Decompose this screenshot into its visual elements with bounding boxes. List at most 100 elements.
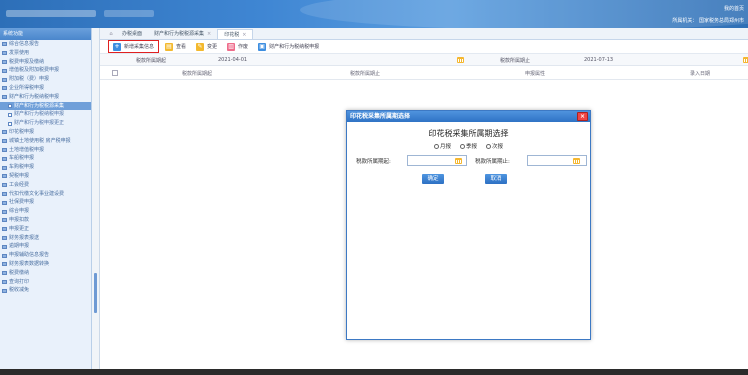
sidebar-item[interactable]: 土地增值税申报: [0, 146, 91, 155]
declare-icon: ▣: [258, 42, 267, 51]
folder-icon: [2, 183, 7, 188]
sidebar-item-label: 税费申报及缴纳: [9, 58, 45, 65]
sidebar-item[interactable]: 财务报表数据转换: [0, 260, 91, 269]
close-icon[interactable]: ×: [207, 29, 211, 39]
folder-icon: [2, 95, 7, 100]
sidebar-item-label: 财务报表数据转换: [9, 260, 50, 267]
tab-home-icon[interactable]: ⌂: [106, 29, 116, 39]
sidebar-item-label: 土地增值税申报: [9, 146, 45, 153]
calendar-icon[interactable]: [743, 57, 748, 63]
sidebar-item-label: 代扣代缴文化事业建设费: [9, 190, 65, 197]
sidebar-item[interactable]: 申报更正: [0, 225, 91, 234]
sidebar-item[interactable]: 查询打印: [0, 278, 91, 287]
sidebar-item[interactable]: 申报辅助信息报告: [0, 251, 91, 260]
calendar-icon[interactable]: [455, 158, 462, 164]
tab-desktop[interactable]: 办税桌面: [116, 29, 148, 39]
sidebar-item[interactable]: 税费缴纳: [0, 269, 91, 278]
radio-icon[interactable]: [486, 143, 491, 149]
sidebar-splitter[interactable]: [92, 28, 100, 375]
taskbar: [0, 369, 748, 375]
filter-start-label: 税款所属期起: [136, 58, 167, 64]
cancel-button[interactable]: 取消: [485, 174, 507, 184]
folder-icon: [2, 235, 7, 240]
sidebar-item[interactable]: 财产和行为税税源采集: [0, 101, 91, 111]
confirm-button[interactable]: 确定: [422, 174, 444, 184]
site-logo-sub: [104, 10, 154, 17]
folder-icon: [2, 147, 7, 152]
declare-button[interactable]: ▣ 财产和行为税纳税申报: [254, 41, 323, 52]
sidebar-item[interactable]: 契税申报: [0, 172, 91, 181]
toolbar: + 新增采集信息 ▤ 查看 ✎ 变更 ▥ 作废 ▣ 财产和行为税纳税申报: [100, 40, 748, 54]
my-home-link[interactable]: 我的首页: [724, 5, 744, 12]
dialog-title: 印花税采集所属期选择: [428, 129, 509, 138]
sidebar-item[interactable]: 综合信息报告: [0, 40, 91, 49]
sidebar-item[interactable]: 车购税申报: [0, 163, 91, 172]
void-button[interactable]: ▥ 作废: [223, 41, 252, 52]
folder-icon: [2, 288, 7, 293]
sidebar-item[interactable]: 综合申报: [0, 207, 91, 216]
close-icon[interactable]: ×: [242, 30, 246, 40]
radio-icon[interactable]: [459, 143, 465, 149]
splitter-grip[interactable]: [94, 273, 97, 313]
sidebar-item[interactable]: 税费申报及缴纳: [0, 58, 91, 67]
sidebar-item[interactable]: 逾期申报: [0, 242, 91, 251]
dialog-header-title: 印花税采集所属期选择: [350, 113, 411, 120]
agency-value: 国家税务总局郑州市: [698, 18, 744, 24]
sidebar-item-label: 工会经费: [9, 181, 30, 188]
folder-icon: [2, 209, 7, 214]
radio-monthly[interactable]: 月报: [433, 142, 451, 150]
sidebar-item[interactable]: 社保费申报: [0, 198, 91, 207]
radio-per-transaction[interactable]: 次报: [486, 142, 503, 150]
filter-end-value[interactable]: 2021-07-13: [584, 57, 613, 63]
document-icon: [8, 112, 12, 117]
view-icon: ▤: [165, 42, 174, 51]
sidebar-item[interactable]: 车船税申报: [0, 154, 91, 163]
sidebar-item[interactable]: 财产和行为税纳税申报: [0, 93, 91, 102]
sidebar-item-label: 印花税申报: [9, 128, 35, 135]
sidebar-item-label: 社保费申报: [9, 199, 35, 206]
sidebar-item[interactable]: 税收减免: [0, 286, 91, 295]
sidebar-item[interactable]: 增值税及附加税费申报: [0, 66, 91, 75]
sidebar-item[interactable]: 城镇土地使用税 房产税申报: [0, 137, 91, 146]
sidebar-item[interactable]: 财产和行为税纳税申报: [0, 110, 91, 119]
sidebar-item[interactable]: 申报扣款: [0, 216, 91, 225]
sidebar-item[interactable]: 附加税（费）申报: [0, 75, 91, 84]
sidebar-item-label: 财产和行为税纳税申报: [14, 111, 65, 118]
sidebar-item[interactable]: 财产和行为税申报更正: [0, 119, 91, 128]
sidebar-item[interactable]: 企业所得税申报: [0, 84, 91, 93]
tab-property-collection[interactable]: 财产和行为税税源采集 ×: [148, 29, 217, 39]
dialog-buttons: 确定 取消: [347, 174, 590, 186]
calendar-icon[interactable]: [573, 158, 580, 164]
folder-icon: [2, 244, 7, 249]
sidebar-item[interactable]: 工会经费: [0, 181, 91, 190]
folder-icon: [2, 68, 7, 73]
tab-bar: ⌂ 办税桌面 财产和行为税税源采集 × 印花税 ×: [100, 28, 748, 40]
edit-button[interactable]: ✎ 变更: [192, 41, 221, 52]
sidebar-title: 系统功能: [0, 28, 91, 40]
calendar-icon[interactable]: [457, 57, 464, 63]
sidebar-item[interactable]: 财务报表报送: [0, 234, 91, 243]
column-header: 税款所属期止: [350, 71, 381, 77]
dialog-header: 印花税采集所属期选择 ×: [347, 111, 590, 122]
view-button[interactable]: ▤ 查看: [161, 41, 190, 52]
view-label: 查看: [176, 44, 187, 50]
close-icon[interactable]: ×: [577, 112, 588, 121]
sidebar-item[interactable]: 发票使用: [0, 49, 91, 58]
sidebar-item-label: 财产和行为税申报更正: [14, 120, 65, 127]
filter-bar: 税款所属期起 2021-04-01 税款所属期止 2021-07-13: [100, 54, 748, 66]
sidebar-item-label: 契税申报: [9, 172, 30, 179]
radio-icon[interactable]: [433, 143, 439, 149]
new-collection-button[interactable]: + 新增采集信息: [108, 40, 160, 53]
sidebar-item[interactable]: 代扣代缴文化事业建设费: [0, 190, 91, 199]
radio-quarterly[interactable]: 季报: [459, 142, 477, 150]
filter-end-label: 税款所属期止: [500, 58, 531, 64]
declare-label: 财产和行为税纳税申报: [269, 44, 320, 50]
edit-icon: ✎: [196, 42, 205, 51]
sidebar-item-label: 申报辅助信息报告: [9, 252, 50, 259]
filter-start-value[interactable]: 2021-04-01: [218, 57, 247, 63]
column-header: 申报属性: [525, 71, 546, 77]
sidebar-item[interactable]: 印花税申报: [0, 128, 91, 137]
tab-stamp-tax[interactable]: 印花税 ×: [217, 29, 254, 40]
sidebar-item-label: 逾期申报: [9, 243, 30, 250]
select-all-checkbox[interactable]: [112, 70, 118, 76]
